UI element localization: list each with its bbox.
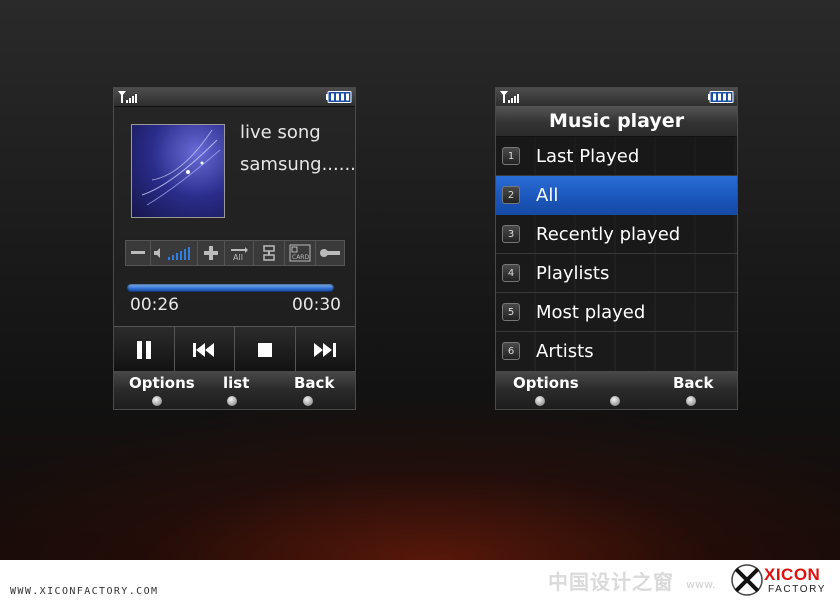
item-number: 1 [502, 147, 520, 165]
left-softkey-dot [152, 396, 162, 406]
song-title: live song [240, 122, 321, 143]
center-softkey-dot [227, 396, 237, 406]
previous-button[interactable] [174, 327, 235, 372]
item-number: 5 [502, 303, 520, 321]
next-button[interactable] [295, 327, 355, 372]
pause-icon [136, 340, 151, 359]
card-label: CARD [292, 254, 309, 261]
minus-icon[interactable] [126, 241, 151, 265]
volume-icon[interactable] [151, 241, 198, 265]
album-art [131, 124, 225, 218]
pause-button[interactable] [114, 327, 175, 372]
status-bar [496, 88, 737, 107]
back-softkey[interactable]: Back [673, 374, 713, 392]
item-number: 3 [502, 225, 520, 243]
item-number: 6 [502, 342, 520, 360]
next-icon [314, 342, 337, 357]
music-menu-screen: Music player 1 Last Played 2 All 3 Recen… [495, 87, 738, 410]
menu-item-artists[interactable]: 6 Artists [496, 332, 737, 370]
footer-url: WWW.XICONFACTORY.COM [10, 586, 159, 597]
plus-icon[interactable] [198, 241, 225, 265]
item-label: All [536, 184, 559, 206]
left-softkey-dot [535, 396, 545, 406]
x-logo-icon [731, 564, 763, 596]
item-label: Recently played [536, 223, 681, 245]
menu-item-all[interactable]: 2 All [496, 176, 737, 215]
menu-item-most-played[interactable]: 5 Most played [496, 293, 737, 332]
card-icon[interactable]: CARD [285, 241, 316, 265]
item-number: 4 [502, 264, 520, 282]
item-label: Playlists [536, 262, 610, 284]
xicon-logo: XICON FACTORY [730, 563, 838, 599]
list-softkey[interactable]: list [223, 374, 249, 392]
item-label: Most played [536, 301, 646, 323]
progress-bar[interactable] [127, 284, 335, 292]
center-softkey-dot [610, 396, 620, 406]
right-softkey-dot [303, 396, 313, 406]
softkey-bar: Options Back [496, 371, 737, 409]
playback-controls [114, 326, 355, 373]
now-playing-screen: live song samsung...... All CARD 00:26 0… [113, 87, 356, 410]
watermark-url: www. [686, 578, 716, 591]
item-label: Last Played [536, 145, 640, 167]
signal-icon [118, 91, 137, 103]
item-number: 2 [502, 186, 520, 204]
menu-item-playlists[interactable]: 4 Playlists [496, 254, 737, 293]
battery-icon [326, 91, 352, 103]
menu-item-last-played[interactable]: 1 Last Played [496, 137, 737, 176]
options-softkey[interactable]: Options [129, 374, 195, 392]
elapsed-time: 00:26 [130, 295, 179, 315]
stop-icon [257, 342, 272, 357]
right-softkey-dot [686, 396, 696, 406]
repeat-label: All [233, 253, 243, 261]
status-bar [114, 88, 355, 107]
repeat-all-icon[interactable]: All [225, 241, 254, 265]
total-time: 00:30 [292, 295, 341, 315]
previous-icon [193, 342, 215, 357]
logo-word: XICON [764, 565, 821, 584]
watermark-text: 中国设计之窗 [548, 570, 674, 594]
signal-icon [500, 91, 519, 103]
battery-icon [708, 91, 734, 103]
back-softkey[interactable]: Back [294, 374, 334, 392]
control-bar: All CARD [125, 240, 345, 266]
stop-button[interactable] [235, 327, 296, 372]
menu-item-recently-played[interactable]: 3 Recently played [496, 215, 737, 254]
equalizer-icon[interactable] [316, 241, 344, 265]
logo-subtitle: FACTORY [768, 584, 827, 595]
options-softkey[interactable]: Options [513, 374, 579, 392]
menu-title: Music player [496, 106, 737, 137]
artist-name: samsung...... [240, 154, 356, 175]
menu-list: 1 Last Played 2 All 3 Recently played 4 … [496, 137, 737, 373]
shuffle-icon[interactable] [254, 241, 285, 265]
softkey-bar: Options list Back [114, 371, 355, 409]
item-label: Artists [536, 340, 594, 362]
